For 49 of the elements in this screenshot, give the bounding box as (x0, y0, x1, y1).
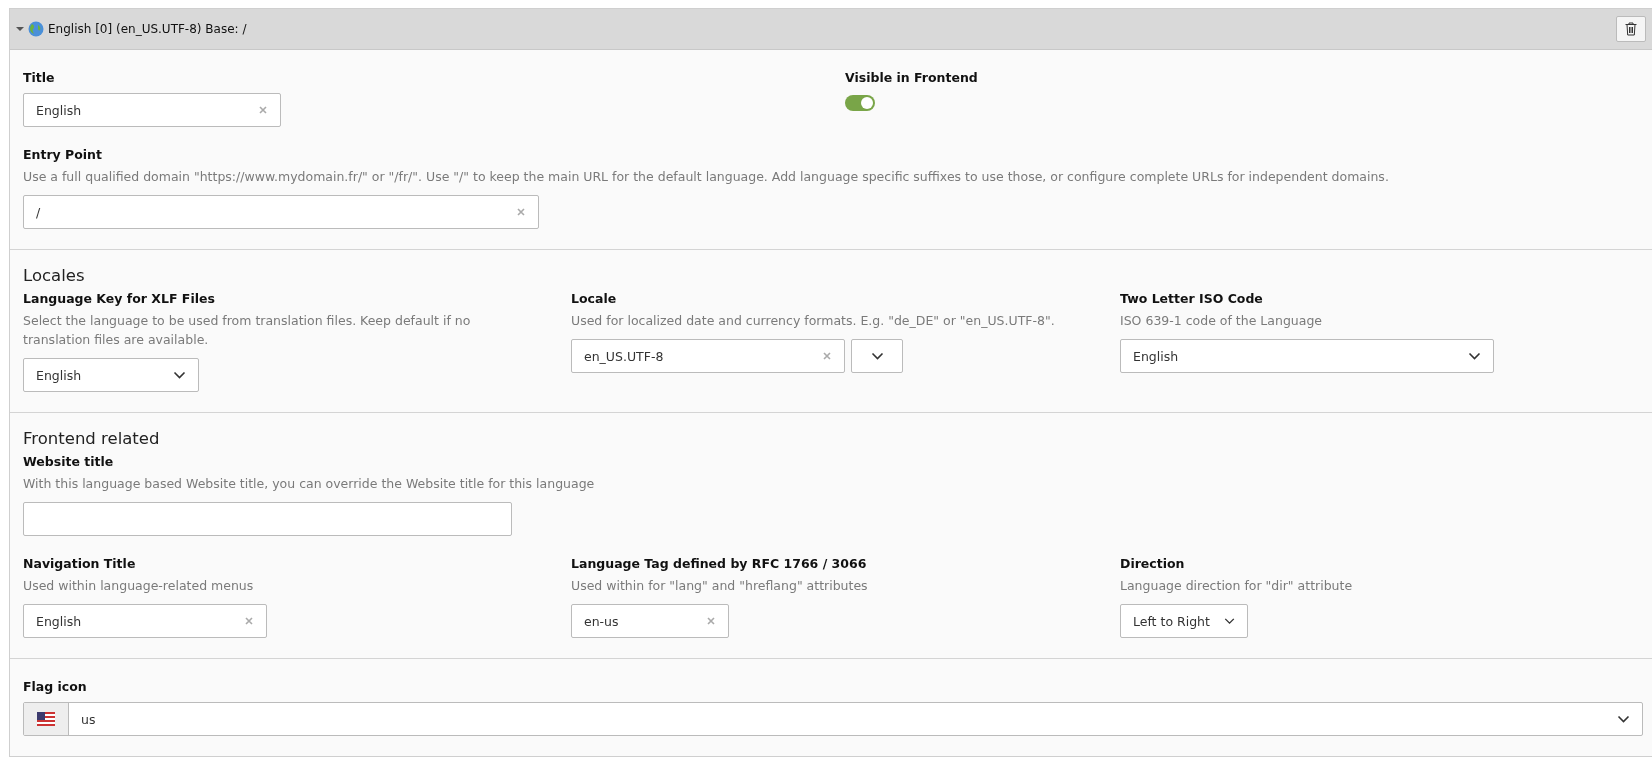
panel-title: English [0] (en_US.UTF-8) Base: / (48, 22, 248, 36)
text-field[interactable]: en_US.UTF-8 (571, 339, 845, 373)
field-label: Language Tag defined by RFC 1766 / 3066 (571, 556, 867, 571)
field-description: Language direction for "dir" attribute (1120, 577, 1353, 595)
field-description: Use a full qualified domain "https://www.mydomain.fr/" or "/fr/". Use "/" to keep the main URL for the default language. Add language specific suffixes to use those, or configure complete URLs for independent domains. (23, 168, 1389, 186)
field-label: Visible in Frontend (845, 70, 978, 85)
select-field[interactable]: us (23, 702, 1643, 736)
field-description: With this language based Website title, you can override the Website title for this language (23, 475, 595, 493)
chevron-down-icon (870, 352, 884, 360)
field-label: Language Key for XLF Files (23, 291, 215, 306)
field-label: Two Letter ISO Code (1120, 291, 1263, 306)
field-description: Used within language-related menus (23, 577, 254, 595)
field-label: Title (23, 70, 55, 85)
globe-icon (28, 21, 44, 37)
field-label: Website title (23, 454, 114, 469)
field-description: Used for localized date and currency formats. E.g. "de_DE" or "en_US.UTF-8". (571, 312, 1055, 330)
text-field[interactable]: / (23, 195, 539, 229)
chevron-down-icon (1468, 352, 1481, 360)
field-label: Flag icon (23, 679, 87, 694)
toggle-switch[interactable] (845, 95, 875, 111)
text-field[interactable]: English (23, 604, 267, 638)
flag-icon (37, 712, 55, 726)
field-description: Select the language to be used from translation files. Keep default if no translation files are available. (23, 312, 472, 349)
clear-icon[interactable] (706, 616, 716, 626)
text-field[interactable]: en-us (571, 604, 729, 638)
select-field[interactable]: English (1120, 339, 1494, 373)
select-field[interactable]: English (23, 358, 199, 392)
field-label: Locale (571, 291, 617, 306)
field-label: Direction (1120, 556, 1185, 571)
dropdown-button[interactable] (851, 339, 903, 373)
section-heading: Locales (23, 266, 86, 285)
chevron-down-icon (1617, 715, 1630, 723)
caret-icon[interactable] (16, 25, 24, 33)
field-label: Navigation Title (23, 556, 136, 571)
text-field[interactable] (23, 502, 512, 536)
clear-icon[interactable] (244, 616, 254, 626)
text-field[interactable]: English (23, 93, 281, 127)
section-heading: Frontend related (23, 429, 161, 448)
trash-icon (1625, 22, 1637, 36)
delete-button[interactable] (1616, 16, 1646, 42)
clear-icon[interactable] (516, 207, 526, 217)
field-description: Used within for "lang" and "hreflang" attributes (571, 577, 868, 595)
select-field[interactable]: Left to Right (1120, 604, 1248, 638)
clear-icon[interactable] (258, 105, 268, 115)
chevron-down-icon (173, 371, 186, 379)
chevron-down-icon (1223, 617, 1235, 625)
clear-icon[interactable] (822, 351, 832, 361)
field-label: Entry Point (23, 147, 102, 162)
field-description: ISO 639-1 code of the Language (1120, 312, 1323, 330)
